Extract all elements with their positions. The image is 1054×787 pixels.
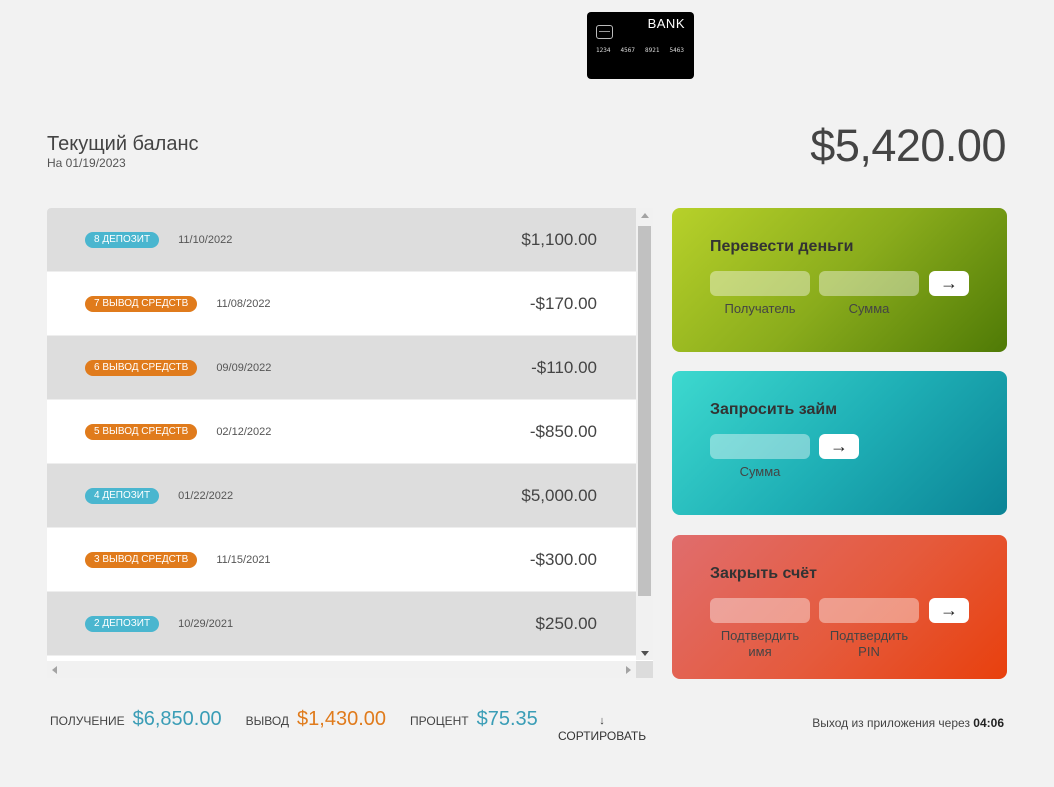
logout-timer-value: 04:06 xyxy=(973,716,1004,730)
summary-interest-value: $75.35 xyxy=(476,708,538,730)
movement-amount: $5,000.00 xyxy=(521,485,597,505)
movements-rows: 8 депозит 11/10/2022 $1,100.00 7 вывод с… xyxy=(47,208,636,656)
movement-type-badge: 2 депозит xyxy=(85,615,160,632)
scroll-left-icon[interactable] xyxy=(52,666,57,674)
close-title: Закрыть счёт xyxy=(710,565,817,582)
horizontal-scrollbar[interactable] xyxy=(47,661,636,678)
scroll-right-icon[interactable] xyxy=(626,666,631,674)
logout-timer: Выход из приложения через 04:06 xyxy=(812,716,1004,730)
loan-panel: Запросить займ → Сумма xyxy=(672,371,1007,515)
card-number-group: 5463 xyxy=(669,47,684,54)
loan-title: Запросить займ xyxy=(710,401,838,418)
scroll-down-icon[interactable] xyxy=(641,651,649,656)
movement-amount: -$850.00 xyxy=(529,421,597,441)
movement-date: 10/29/2021 xyxy=(178,617,234,630)
logout-text: Выход из приложения через xyxy=(812,716,970,730)
movement-amount: -$170.00 xyxy=(529,293,597,313)
balance-value: $5,420.00 xyxy=(810,120,1006,171)
movement-row: 8 депозит 11/10/2022 $1,100.00 xyxy=(47,208,636,272)
close-pin-input[interactable] xyxy=(819,598,919,623)
sort-arrow-icon: ↓ xyxy=(599,715,605,727)
card-number-group: 4567 xyxy=(620,47,635,54)
movement-date: 01/22/2022 xyxy=(178,489,234,502)
close-pin-label: Подтвердить PIN xyxy=(829,628,909,659)
movement-date: 02/12/2022 xyxy=(216,425,272,438)
movement-row: 2 депозит 10/29/2021 $250.00 xyxy=(47,592,636,656)
close-user-input[interactable] xyxy=(710,598,810,623)
card-numbers: 1234 4567 8921 5463 xyxy=(596,47,684,54)
movement-row: 3 вывод средств 11/15/2021 -$300.00 xyxy=(47,528,636,592)
balance-title: Текущий баланс xyxy=(47,133,199,155)
scroll-up-icon[interactable] xyxy=(641,213,649,218)
movement-amount: -$300.00 xyxy=(529,549,597,569)
card-number-group: 8921 xyxy=(645,47,660,54)
movement-type-badge: 3 вывод средств xyxy=(85,551,198,568)
loan-amount-input[interactable] xyxy=(710,434,810,459)
card-number-group: 1234 xyxy=(596,47,611,54)
summary: получение $6,850.00 вывод $1,430.00 проц… xyxy=(50,708,562,731)
movement-row: 6 вывод средств 09/09/2022 -$110.00 xyxy=(47,336,636,400)
movement-amount: $1,100.00 xyxy=(521,229,597,249)
balance-date: На 01/19/2023 xyxy=(47,156,126,170)
movement-row: 7 вывод средств 11/08/2022 -$170.00 xyxy=(47,272,636,336)
transfer-title: Перевести деньги xyxy=(710,238,854,255)
scrollbar-corner xyxy=(636,661,653,678)
transfer-submit-button[interactable]: → xyxy=(929,271,969,296)
movement-type-badge: 8 депозит xyxy=(85,231,160,248)
summary-out-label: вывод xyxy=(245,714,290,728)
movement-type-badge: 4 депозит xyxy=(85,487,160,504)
movement-row: 5 вывод средств 02/12/2022 -$850.00 xyxy=(47,400,636,464)
movement-type-badge: 6 вывод средств xyxy=(85,359,198,376)
movement-date: 09/09/2022 xyxy=(216,361,272,374)
movement-type-badge: 7 вывод средств xyxy=(85,295,198,312)
movement-amount: $250.00 xyxy=(535,613,597,633)
transfer-to-input[interactable] xyxy=(710,271,810,296)
transfer-amount-label: Сумма xyxy=(848,301,890,316)
close-submit-button[interactable]: → xyxy=(929,598,969,623)
sort-button[interactable]: ↓ СОРТИРОВАТЬ xyxy=(558,715,647,744)
bank-card-logo: BANK 1234 4567 8921 5463 xyxy=(587,12,694,79)
movement-date: 11/15/2021 xyxy=(216,553,271,566)
scrollbar-thumb[interactable] xyxy=(638,226,651,596)
loan-amount-label: Сумма xyxy=(739,464,781,479)
movements-list[interactable]: 8 депозит 11/10/2022 $1,100.00 7 вывод с… xyxy=(47,208,653,678)
movement-date: 11/08/2022 xyxy=(216,297,271,310)
close-user-label: Подтвердить имя xyxy=(720,628,800,659)
summary-out-value: $1,430.00 xyxy=(297,708,387,730)
close-account-panel: Закрыть счёт → Подтвердить имя Подтверди… xyxy=(672,535,1007,679)
movement-type-badge: 5 вывод средств xyxy=(85,423,198,440)
summary-in-label: получение xyxy=(50,714,125,728)
summary-interest-label: процент xyxy=(410,714,469,728)
transfer-to-label: Получатель xyxy=(724,301,796,316)
movement-date: 11/10/2022 xyxy=(178,233,233,246)
vertical-scrollbar[interactable] xyxy=(636,208,653,660)
sort-label: СОРТИРОВАТЬ xyxy=(558,729,647,743)
movement-row: 4 депозит 01/22/2022 $5,000.00 xyxy=(47,464,636,528)
movement-amount: -$110.00 xyxy=(531,357,597,377)
transfer-amount-input[interactable] xyxy=(819,271,919,296)
card-chip-icon xyxy=(596,25,613,39)
summary-in-value: $6,850.00 xyxy=(132,708,222,730)
transfer-panel: Перевести деньги → Получатель Сумма xyxy=(672,208,1007,352)
card-bank-name: BANK xyxy=(647,16,685,31)
loan-submit-button[interactable]: → xyxy=(819,434,859,459)
